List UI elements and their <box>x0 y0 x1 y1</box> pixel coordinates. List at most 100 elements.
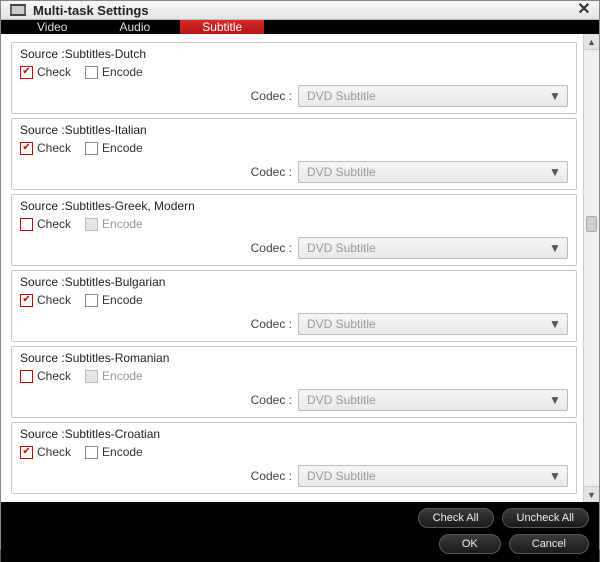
subtitle-group: Source :Subtitles-Italian Check Encode Code… <box>11 118 577 190</box>
checkbox-icon <box>20 370 33 383</box>
checkbox-icon <box>85 446 98 459</box>
checkbox-icon <box>20 66 33 79</box>
source-label: Source :Subtitles-Romanian <box>20 351 568 365</box>
ok-button[interactable]: OK <box>439 534 501 554</box>
codec-label: Codec : <box>251 317 292 331</box>
vertical-scrollbar[interactable]: ▲ ▼ <box>583 34 599 502</box>
tab-bar: Video Audio Subtitle <box>1 20 599 34</box>
check-label: Check <box>37 445 71 459</box>
close-icon[interactable]: ✕ <box>577 3 591 17</box>
checkbox-row: Check Encode <box>20 293 568 307</box>
source-label: Source :Subtitles-Italian <box>20 123 568 137</box>
encode-label: Encode <box>102 293 143 307</box>
checkbox-icon <box>85 142 98 155</box>
checkbox-icon <box>20 294 33 307</box>
source-label: Source :Subtitles-Dutch <box>20 47 568 61</box>
source-label: Source :Subtitles-Croatian <box>20 427 568 441</box>
settings-window: Multi-task Settings ✕ Video Audio Subtit… <box>0 0 600 550</box>
chevron-down-icon: ▼ <box>547 316 563 332</box>
scroll-track[interactable] <box>584 50 599 486</box>
scroll-down-icon[interactable]: ▼ <box>584 486 599 502</box>
source-label: Source :Subtitles-Greek, Modern <box>20 199 568 213</box>
subtitle-group: Source :Subtitles-Bulgarian Check Encode Co… <box>11 270 577 342</box>
codec-value: DVD Subtitle <box>307 469 376 483</box>
subtitle-group: Source :Subtitles-Dutch Check Encode Codec … <box>11 42 577 114</box>
codec-select[interactable]: DVD Subtitle ▼ <box>298 161 568 183</box>
check-label: Check <box>37 217 71 231</box>
encode-checkbox[interactable]: Encode <box>85 141 143 155</box>
checkbox-icon <box>20 446 33 459</box>
chevron-down-icon: ▼ <box>547 164 563 180</box>
codec-label: Codec : <box>251 241 292 255</box>
encode-checkbox[interactable]: Encode <box>85 293 143 307</box>
encode-label: Encode <box>102 217 143 231</box>
check-checkbox[interactable]: Check <box>20 445 71 459</box>
scroll-thumb[interactable] <box>586 216 597 232</box>
codec-value: DVD Subtitle <box>307 89 376 103</box>
checkbox-row: Check Encode <box>20 369 568 383</box>
chevron-down-icon: ▼ <box>547 240 563 256</box>
codec-select[interactable]: DVD Subtitle▼ <box>298 389 568 411</box>
encode-checkbox[interactable]: Encode <box>85 445 143 459</box>
source-label: Source :Subtitles-Bulgarian <box>20 275 568 289</box>
codec-select[interactable]: DVD Subtitle ▼ <box>298 313 568 335</box>
tab-subtitle[interactable]: Subtitle <box>180 20 264 34</box>
tab-video[interactable]: Video <box>15 20 89 34</box>
codec-label: Codec : <box>251 165 292 179</box>
codec-select[interactable]: DVD Subtitle ▼ <box>298 85 568 107</box>
tab-audio[interactable]: Audio <box>97 20 172 34</box>
codec-label: Codec : <box>251 469 292 483</box>
window-title: Multi-task Settings <box>33 3 577 18</box>
checkbox-icon <box>85 370 98 383</box>
check-label: Check <box>37 141 71 155</box>
encode-label: Encode <box>102 369 143 383</box>
codec-row: Codec : DVD Subtitle▼ <box>20 237 568 259</box>
check-checkbox[interactable]: Check <box>20 293 71 307</box>
titlebar: Multi-task Settings ✕ <box>1 1 599 20</box>
subtitle-group: Source :Subtitles-Croatian Check Encode Cod… <box>11 422 577 494</box>
encode-checkbox: Encode <box>85 369 143 383</box>
subtitle-group: Source :Subtitles-Greek, Modern Check Enco… <box>11 194 577 266</box>
checkbox-icon <box>20 142 33 155</box>
encode-checkbox: Encode <box>85 217 143 231</box>
chevron-down-icon: ▼ <box>547 88 563 104</box>
codec-label: Codec : <box>251 393 292 407</box>
checkbox-row: Check Encode <box>20 217 568 231</box>
check-label: Check <box>37 369 71 383</box>
checkbox-icon <box>85 218 98 231</box>
codec-select[interactable]: DVD Subtitle▼ <box>298 237 568 259</box>
encode-label: Encode <box>102 445 143 459</box>
scroll-up-icon[interactable]: ▲ <box>584 34 599 50</box>
encode-checkbox[interactable]: Encode <box>85 65 143 79</box>
codec-label: Codec : <box>251 89 292 103</box>
check-label: Check <box>37 65 71 79</box>
codec-row: Codec : DVD Subtitle ▼ <box>20 85 568 107</box>
check-checkbox[interactable]: Check <box>20 141 71 155</box>
checkbox-icon <box>85 294 98 307</box>
checkbox-row: Check Encode <box>20 141 568 155</box>
codec-select[interactable]: DVD Subtitle ▼ <box>298 465 568 487</box>
check-checkbox[interactable]: Check <box>20 217 71 231</box>
cancel-button[interactable]: Cancel <box>509 534 589 554</box>
check-label: Check <box>37 293 71 307</box>
check-all-button[interactable]: Check All <box>418 508 494 528</box>
encode-label: Encode <box>102 141 143 155</box>
subtitle-group: Source :Subtitles-Romanian Check Encode Cod… <box>11 346 577 418</box>
codec-row: Codec : DVD Subtitle ▼ <box>20 313 568 335</box>
checkbox-icon <box>20 218 33 231</box>
codec-row: Codec : DVD Subtitle ▼ <box>20 161 568 183</box>
uncheck-all-button[interactable]: Uncheck All <box>502 508 589 528</box>
footer: Check All Uncheck All OK Cancel <box>1 502 599 562</box>
codec-row: Codec : DVD Subtitle▼ <box>20 389 568 411</box>
check-checkbox[interactable]: Check <box>20 65 71 79</box>
codec-row: Codec : DVD Subtitle ▼ <box>20 465 568 487</box>
codec-value: DVD Subtitle <box>307 165 376 179</box>
checkbox-row: Check Encode <box>20 445 568 459</box>
check-checkbox[interactable]: Check <box>20 369 71 383</box>
chevron-down-icon: ▼ <box>547 468 563 484</box>
content-area: Source :Subtitles-Dutch Check Encode Codec … <box>1 34 599 502</box>
codec-value: DVD Subtitle <box>307 317 376 331</box>
app-icon <box>9 1 27 19</box>
subtitle-list: Source :Subtitles-Dutch Check Encode Codec … <box>1 34 583 502</box>
checkbox-row: Check Encode <box>20 65 568 79</box>
